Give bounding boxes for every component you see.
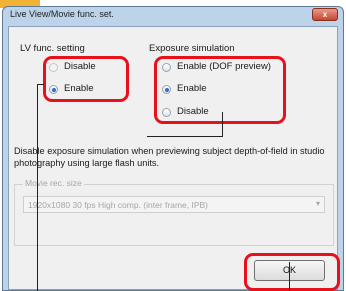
lv-func-highlight: [43, 56, 129, 102]
lv-func-setting-label: LV func. setting: [20, 43, 85, 54]
callout-line-mid: [222, 112, 223, 136]
close-button[interactable]: x: [312, 8, 338, 21]
callout-line-mid-h: [147, 136, 223, 137]
exposure-sim-highlight: [154, 56, 286, 124]
movie-rec-size-group: Movie rec. size 1920x1080 30 fps High co…: [14, 178, 334, 246]
movie-rec-size-label: Movie rec. size: [23, 178, 84, 188]
title-bar[interactable]: Live View/Movie func. set. x: [3, 7, 343, 25]
movie-rec-size-value: 1920x1080 30 fps High comp. (inter frame…: [28, 200, 209, 210]
close-icon: x: [322, 10, 328, 19]
window-title: Live View/Movie func. set.: [10, 9, 114, 19]
chevron-down-icon: ▾: [315, 199, 320, 208]
movie-rec-size-select[interactable]: 1920x1080 30 fps High comp. (inter frame…: [23, 196, 325, 213]
dialog-window: Live View/Movie func. set. x LV func. se…: [2, 6, 344, 291]
exposure-simulation-label: Exposure simulation: [149, 43, 235, 54]
exposure-description-text: Disable exposure simulation when preview…: [14, 146, 325, 168]
callout-line-left: [37, 84, 38, 291]
callout-line-left-tick: [37, 84, 44, 85]
callout-line-right: [289, 262, 290, 291]
ok-button-highlight: [244, 253, 340, 291]
